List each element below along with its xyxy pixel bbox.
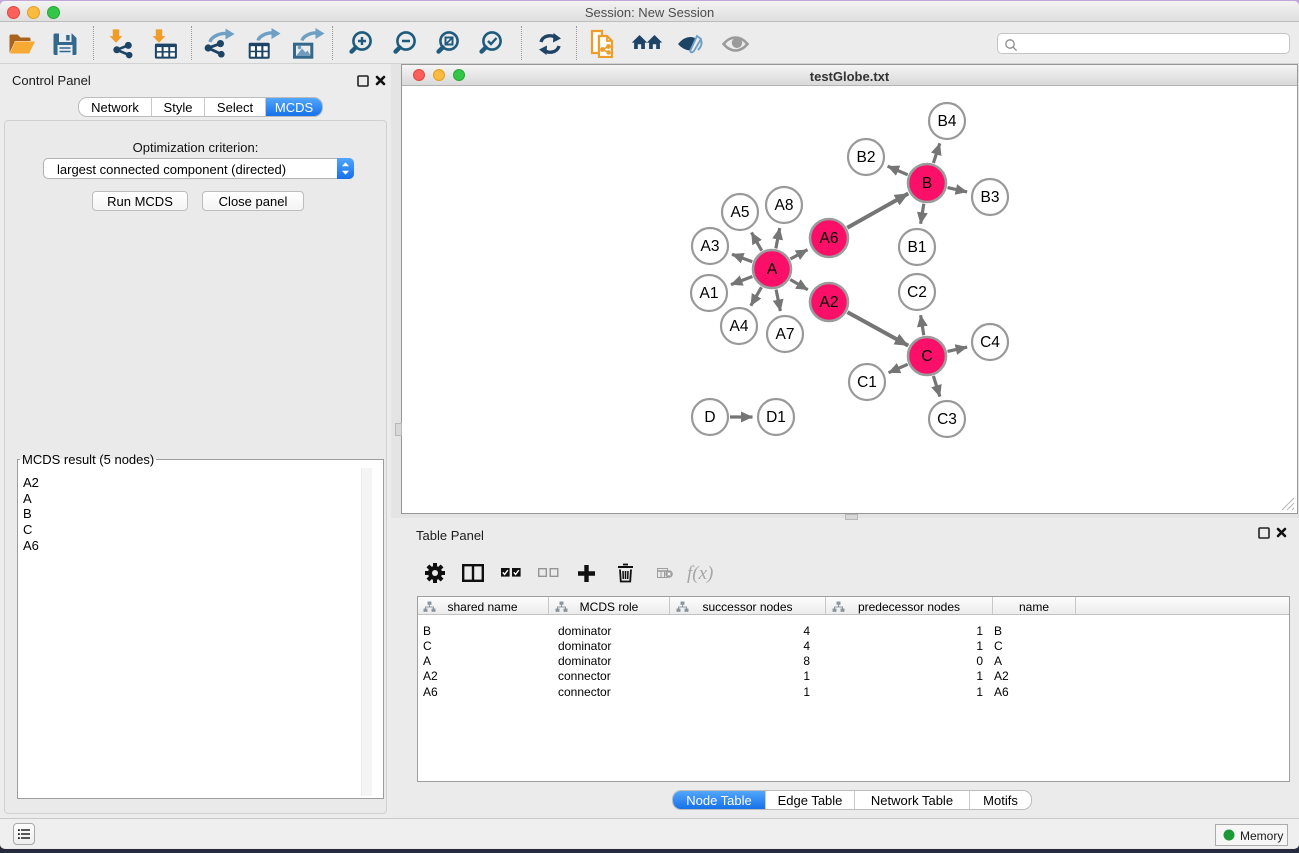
svg-text:A: A (767, 261, 778, 278)
svg-text:A2: A2 (820, 294, 839, 311)
svg-text:B: B (922, 175, 932, 192)
svg-text:C2: C2 (907, 284, 927, 301)
svg-text:A1: A1 (700, 285, 719, 302)
svg-text:A4: A4 (730, 318, 749, 335)
svg-text:A3: A3 (701, 238, 720, 255)
svg-text:C3: C3 (937, 411, 957, 428)
svg-text:C4: C4 (980, 334, 1000, 351)
svg-text:D1: D1 (766, 409, 786, 426)
svg-text:A6: A6 (820, 230, 839, 247)
svg-text:B4: B4 (938, 113, 957, 130)
svg-text:B2: B2 (857, 149, 876, 166)
svg-text:A5: A5 (731, 204, 750, 221)
svg-text:A7: A7 (776, 326, 795, 343)
svg-text:C: C (921, 348, 932, 365)
svg-text:B3: B3 (981, 189, 1000, 206)
svg-text:C1: C1 (857, 374, 877, 391)
svg-text:D: D (704, 409, 715, 426)
svg-text:B1: B1 (908, 239, 927, 256)
svg-text:A8: A8 (775, 197, 794, 214)
